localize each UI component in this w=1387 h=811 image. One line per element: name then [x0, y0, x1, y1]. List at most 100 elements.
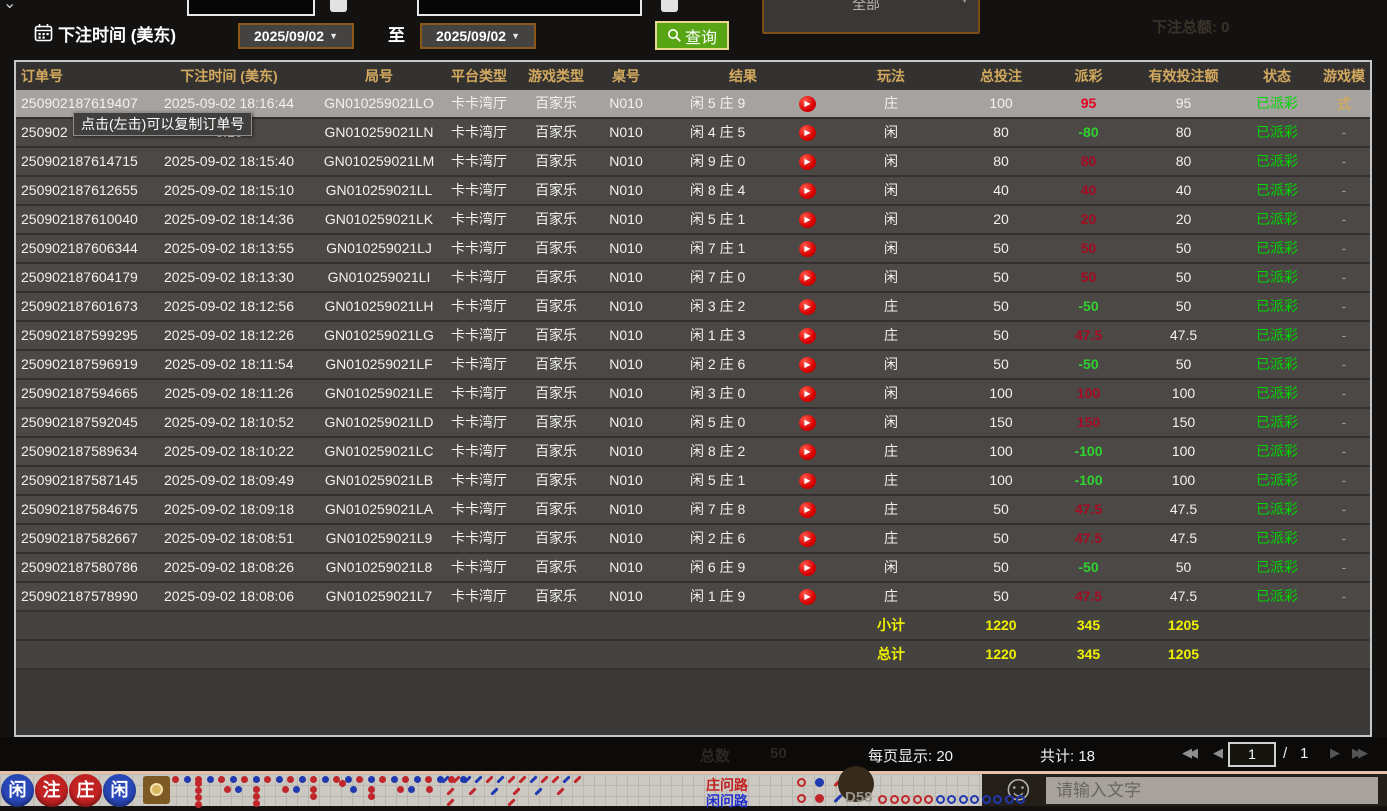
table-row[interactable]: 2509021876100402025-09-02 18:14:36GN0102…: [16, 206, 1370, 235]
copy-icon-2[interactable]: [661, 0, 678, 12]
road-slash: [556, 787, 564, 795]
bet-badge-1[interactable]: 闲: [1, 774, 34, 807]
table-row[interactable]: 2509021876063442025-09-02 18:13:55GN0102…: [16, 235, 1370, 264]
replay-button-icon[interactable]: ▶: [799, 96, 816, 112]
cell-valid: 47.5: [1131, 496, 1236, 523]
cell-valid: 50: [1131, 293, 1236, 320]
bet-badge-4[interactable]: 闲: [103, 774, 136, 807]
cell-order: 250902187584675: [16, 496, 138, 523]
cell-payout: 50: [1046, 235, 1131, 262]
search-button[interactable]: 查询: [655, 21, 729, 50]
prev-page-button[interactable]: ◀: [1213, 745, 1219, 761]
hall-dropdown[interactable]: 全部 ▼: [762, 0, 980, 34]
cell-table: N010: [592, 554, 660, 581]
cell-time: 2025-09-02 18:15:40: [138, 148, 320, 175]
road-slash: [496, 775, 504, 783]
chip-tray-icon[interactable]: [143, 776, 170, 804]
bet-badge-3[interactable]: 庄: [69, 774, 102, 807]
replay-button-icon[interactable]: ▶: [799, 270, 816, 286]
cell-game: 百家乐: [520, 467, 592, 494]
cell-order: 250902187582667: [16, 525, 138, 552]
replay-button-icon[interactable]: ▶: [799, 154, 816, 170]
table-row[interactable]: 2509021875920452025-09-02 18:10:52GN0102…: [16, 409, 1370, 438]
table-row[interactable]: 2509021876147152025-09-02 18:15:40GN0102…: [16, 148, 1370, 177]
replay-button-icon[interactable]: ▶: [799, 589, 816, 605]
cell-game: 百家乐: [520, 235, 592, 262]
cell-valid: 95: [1131, 90, 1236, 117]
table-row[interactable]: 2509021875896342025-09-02 18:10:22GN0102…: [16, 438, 1370, 467]
table-row[interactable]: 2509021875846752025-09-02 18:09:18GN0102…: [16, 496, 1370, 525]
bead-dot: [299, 776, 306, 783]
date-from-select[interactable]: 2025/09/02 ▼: [238, 23, 354, 49]
cell-game: 百家乐: [520, 206, 592, 233]
table-row[interactable]: 2509021875946652025-09-02 18:11:26GN0102…: [16, 380, 1370, 409]
background-game-strip: 庄问路 闲问路 D58 ☺ 请输入文字 闲注庄闲: [0, 774, 1387, 806]
table-row[interactable]: 2509021875871452025-09-02 18:09:49GN0102…: [16, 467, 1370, 496]
last-page-button[interactable]: ▶▶: [1352, 745, 1364, 761]
table-row[interactable]: 2509021876041792025-09-02 18:13:30GN0102…: [16, 264, 1370, 293]
result-text: 闲 5 庄 0: [690, 409, 745, 436]
replay-button-icon[interactable]: ▶: [799, 241, 816, 257]
cell-mode: -: [1318, 351, 1370, 378]
replay-button-icon[interactable]: ▶: [799, 444, 816, 460]
replay-button-icon[interactable]: ▶: [799, 299, 816, 315]
bet-badge-2[interactable]: 注: [35, 774, 68, 807]
replay-button-icon[interactable]: ▶: [799, 357, 816, 373]
road-ring: [890, 795, 899, 804]
pagination-bar: 总数 50 每页显示: 20 共计: 18 ◀◀ ◀ 1 / 1 ▶ ▶▶: [0, 737, 1387, 772]
replay-button-icon[interactable]: ▶: [799, 531, 816, 547]
cell-order: 250902187610040: [16, 206, 138, 233]
replay-button-icon[interactable]: ▶: [799, 183, 816, 199]
date-to-select[interactable]: 2025/09/02 ▼: [420, 23, 536, 49]
table-row[interactable]: 2509021875807862025-09-02 18:08:26GN0102…: [16, 554, 1370, 583]
cell-valid: 100: [1131, 438, 1236, 465]
result-text: 闲 1 庄 9: [690, 583, 745, 610]
cell-table: N010: [592, 177, 660, 204]
cell-platform: 卡卡湾厅: [438, 583, 520, 610]
bead-dot: [195, 787, 202, 794]
replay-button-icon[interactable]: ▶: [799, 212, 816, 228]
cell-game: 百家乐: [520, 177, 592, 204]
replay-button-icon[interactable]: ▶: [799, 560, 816, 576]
cell-game: 百家乐: [520, 380, 592, 407]
bead-dot: [322, 776, 329, 783]
replay-button-icon[interactable]: ▶: [799, 328, 816, 344]
cell-table: N010: [592, 525, 660, 552]
replay-button-icon[interactable]: ▶: [799, 415, 816, 431]
bead-dot: [253, 786, 260, 793]
cell-game: 百家乐: [520, 90, 592, 117]
bead-dot: [368, 793, 375, 800]
table-row[interactable]: 2509021875969192025-09-02 18:11:54GN0102…: [16, 351, 1370, 380]
table-row[interactable]: 2509021876126552025-09-02 18:15:10GN0102…: [16, 177, 1370, 206]
bead-dot: [339, 780, 346, 787]
empty-cell: [16, 612, 138, 639]
cell-result: 闲 5 庄 0 ▶: [660, 409, 826, 436]
replay-button-icon[interactable]: ▶: [799, 473, 816, 489]
table-row[interactable]: 2509021875826672025-09-02 18:08:51GN0102…: [16, 525, 1370, 554]
replay-button-icon[interactable]: ▶: [799, 386, 816, 402]
cell-platform: 卡卡湾厅: [438, 409, 520, 436]
cell-bet: 150: [956, 409, 1046, 436]
cell-table: N010: [592, 322, 660, 349]
subtotal-row-valid-bet: 1205: [1131, 612, 1236, 639]
cell-mode: -: [1318, 235, 1370, 262]
cell-result: 闲 6 庄 9▶: [660, 554, 826, 581]
cell-payout: 47.5: [1046, 322, 1131, 349]
chat-input[interactable]: 请输入文字: [1046, 777, 1378, 804]
cell-payout: -50: [1046, 351, 1131, 378]
page-number-input[interactable]: 1: [1228, 742, 1276, 767]
keyword-input-1[interactable]: [187, 0, 315, 16]
subtotal-row-total-bet: 1220: [956, 612, 1046, 639]
cell-status: 已派彩: [1236, 235, 1318, 262]
replay-button-icon[interactable]: ▶: [799, 125, 816, 141]
replay-button-icon[interactable]: ▶: [799, 502, 816, 518]
next-page-button[interactable]: ▶: [1330, 745, 1336, 761]
cell-platform: 卡卡湾厅: [438, 119, 520, 146]
keyword-input-2[interactable]: [417, 0, 642, 16]
table-row[interactable]: 2509021876016732025-09-02 18:12:56GN0102…: [16, 293, 1370, 322]
first-page-button[interactable]: ◀◀: [1182, 745, 1194, 761]
cell-mode: -: [1318, 554, 1370, 581]
table-row[interactable]: 2509021875992952025-09-02 18:12:26GN0102…: [16, 322, 1370, 351]
copy-icon-1[interactable]: [330, 0, 347, 12]
table-row[interactable]: 2509021875789902025-09-02 18:08:06GN0102…: [16, 583, 1370, 612]
